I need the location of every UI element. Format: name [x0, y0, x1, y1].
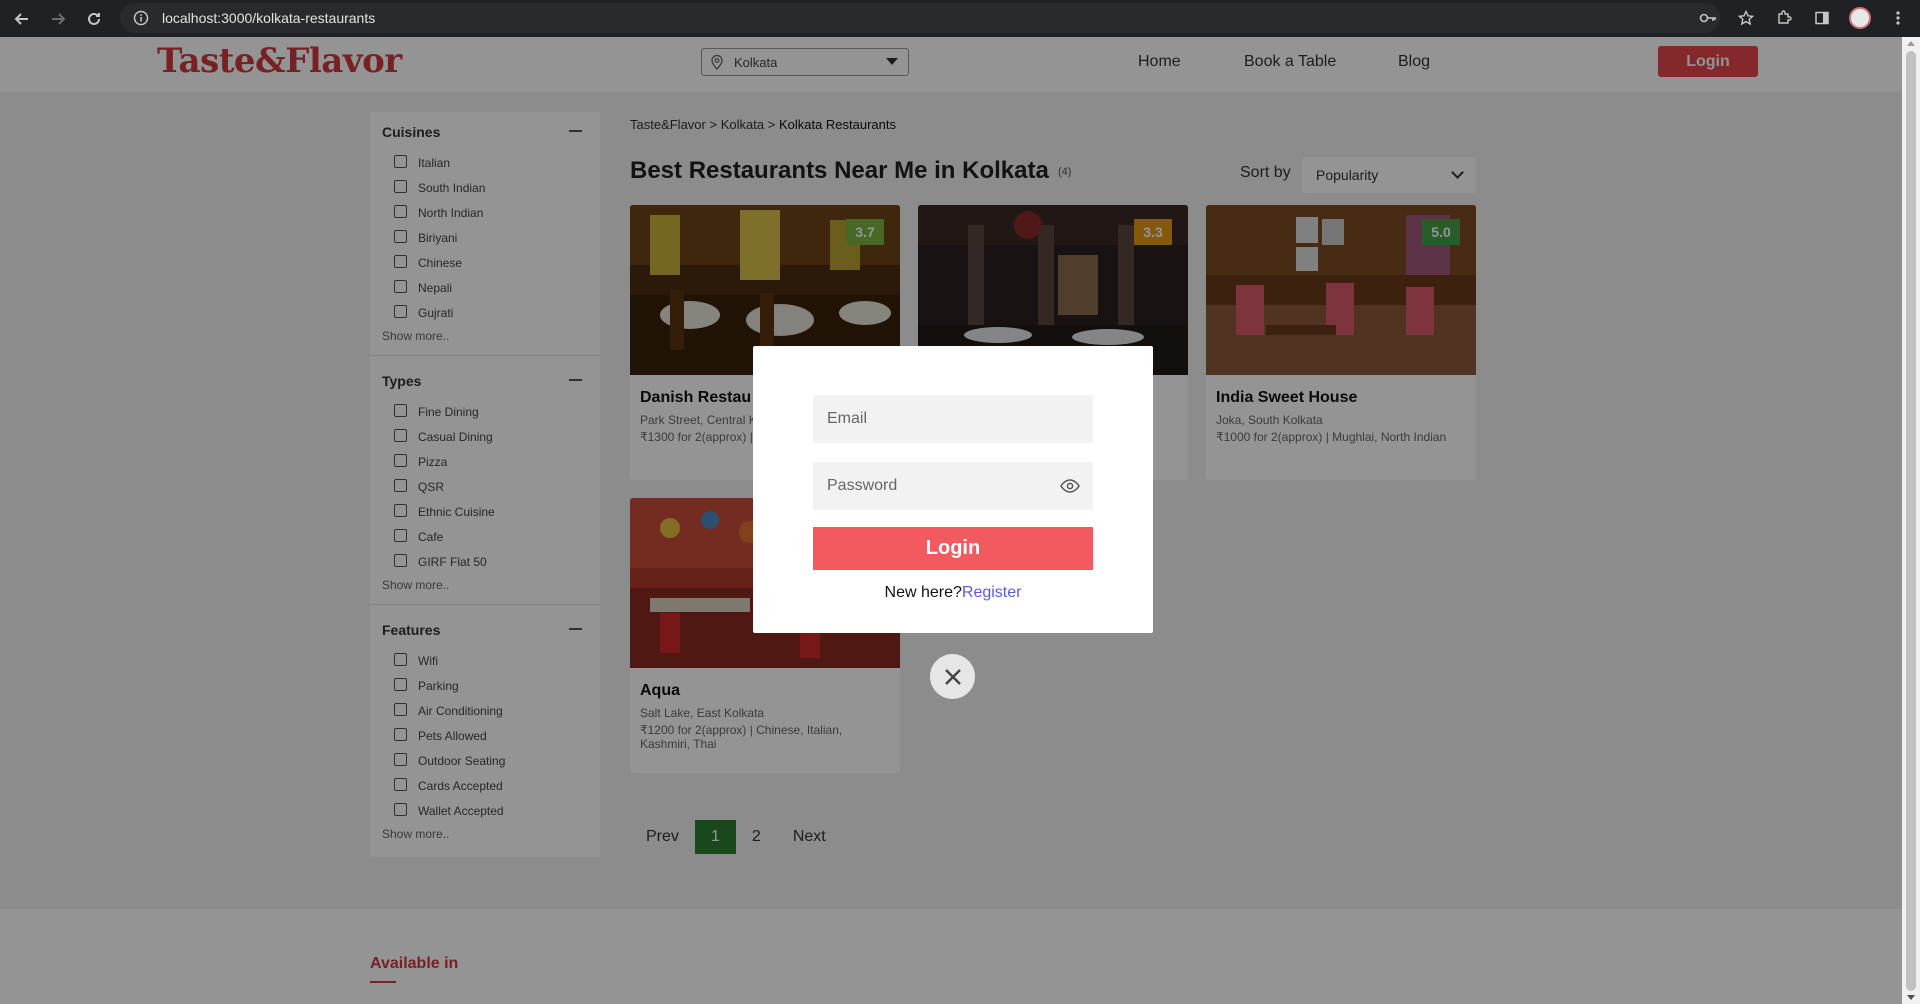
- menu-dots-icon[interactable]: [1884, 4, 1912, 32]
- sidebar-icon[interactable]: [1808, 4, 1836, 32]
- browser-toolbar: localhost:3000/kolkata-restaurants: [0, 0, 1920, 37]
- register-prompt: New here?Register: [753, 584, 1153, 602]
- scroll-up-icon[interactable]: [1907, 41, 1915, 46]
- register-link[interactable]: Register: [962, 584, 1022, 601]
- eye-icon[interactable]: [1060, 479, 1080, 493]
- profile-avatar[interactable]: [1846, 4, 1874, 32]
- new-here-text: New here?: [884, 584, 962, 601]
- login-submit-button[interactable]: Login: [813, 527, 1093, 570]
- url-text[interactable]: localhost:3000/kolkata-restaurants: [162, 10, 375, 26]
- scrollbar-thumb[interactable]: [1906, 51, 1916, 991]
- extensions-icon[interactable]: [1770, 4, 1798, 32]
- close-icon: [944, 668, 961, 685]
- login-modal: Login New here?Register: [753, 346, 1153, 633]
- scroll-down-icon[interactable]: [1907, 995, 1915, 1000]
- star-icon[interactable]: [1732, 4, 1760, 32]
- password-field[interactable]: [813, 462, 1093, 510]
- key-icon[interactable]: [1694, 4, 1722, 32]
- email-field[interactable]: [813, 395, 1093, 443]
- page-scrollbar[interactable]: [1902, 37, 1920, 1004]
- address-bar[interactable]: localhost:3000/kolkata-restaurants: [120, 3, 1720, 33]
- reload-icon[interactable]: [80, 5, 108, 33]
- close-modal-button[interactable]: [930, 654, 975, 699]
- forward-arrow-icon[interactable]: [44, 5, 72, 33]
- back-arrow-icon[interactable]: [8, 5, 36, 33]
- site-info-icon[interactable]: [132, 9, 150, 27]
